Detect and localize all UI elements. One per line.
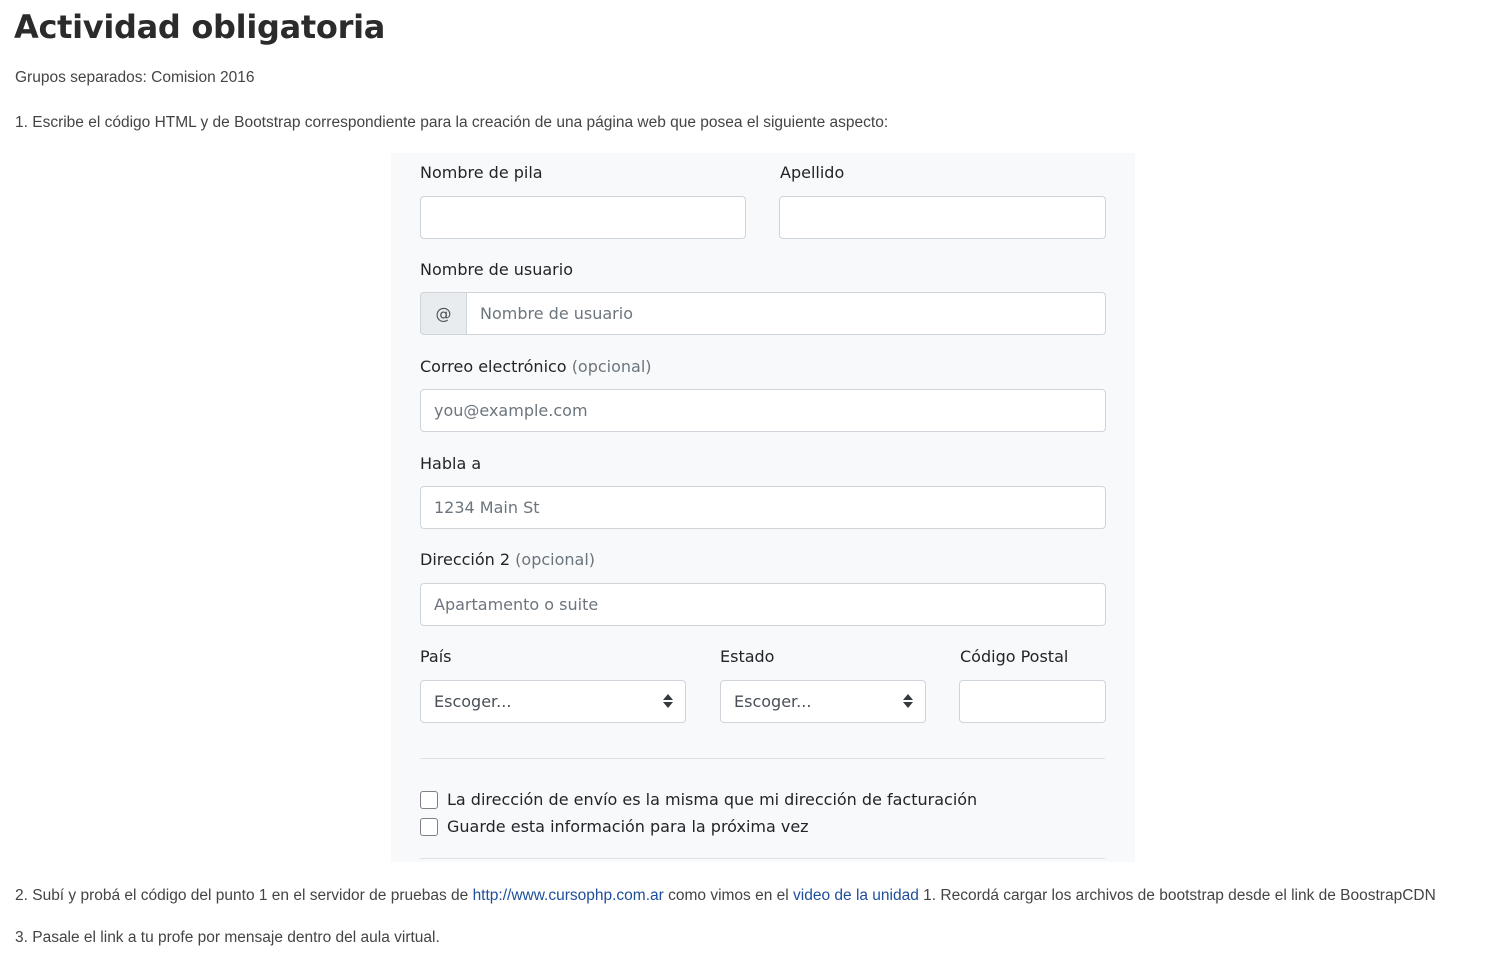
username-label: Nombre de usuario: [420, 260, 573, 279]
save-info-checkbox: [420, 818, 438, 836]
item2-text-after: 1. Recordá cargar los archivos de bootst…: [918, 887, 1436, 904]
email-field: you@example.com: [420, 389, 1106, 432]
address-placeholder: 1234 Main St: [434, 498, 540, 517]
form-divider-bottom: [420, 858, 1105, 859]
username-placeholder: Nombre de usuario: [480, 304, 633, 323]
country-label: País: [420, 647, 452, 666]
select-arrows-icon: [663, 693, 673, 709]
instruction-item-3: 3. Pasale el link a tu profe por mensaje…: [15, 929, 440, 946]
last-name-label: Apellido: [780, 163, 845, 182]
first-name-field: [420, 196, 746, 239]
instruction-item-2: 2. Subí y probá el código del punto 1 en…: [15, 887, 1436, 905]
same-address-checkbox: [420, 791, 438, 809]
address2-label: Dirección 2: [420, 550, 511, 569]
page-title: Actividad obligatoria: [14, 8, 386, 46]
group-mode-label: Grupos separados: Comision 2016: [15, 69, 255, 86]
email-optional-hint: (opcional): [571, 357, 652, 376]
country-select-value: Escoger...: [434, 692, 512, 711]
zip-field: [959, 680, 1106, 723]
address2-field: Apartamento o suite: [420, 583, 1106, 626]
country-select: Escoger...: [420, 680, 686, 723]
state-select-value: Escoger...: [734, 692, 812, 711]
item2-text-middle: como vimos en el: [663, 887, 794, 904]
save-info-label: Guarde esta información para la próxima …: [447, 817, 809, 836]
state-select: Escoger...: [720, 680, 926, 723]
state-label: Estado: [720, 647, 775, 666]
zip-label: Código Postal: [960, 647, 1069, 666]
form-divider: [420, 758, 1105, 759]
address-label: Habla a: [420, 454, 482, 473]
username-field: Nombre de usuario: [466, 292, 1106, 335]
email-placeholder: you@example.com: [434, 401, 588, 420]
same-address-label: La dirección de envío es la misma que mi…: [447, 790, 978, 809]
item2-text-before: 2. Subí y probá el código del punto 1 en…: [15, 887, 473, 904]
select-arrows-icon: [903, 693, 913, 709]
address2-placeholder: Apartamento o suite: [434, 595, 599, 614]
form-mockup-image: Nombre de pila Apellido Nombre de usuari…: [391, 153, 1135, 862]
cursophp-link[interactable]: http://www.cursophp.com.ar: [473, 887, 664, 904]
last-name-field: [779, 196, 1106, 239]
email-label: Correo electrónico: [420, 357, 567, 376]
instruction-item-1: 1. Escribe el código HTML y de Bootstrap…: [15, 114, 889, 131]
unit-video-link[interactable]: video de la unidad: [793, 887, 919, 904]
at-sign-addon: @: [420, 292, 467, 335]
address2-optional-hint: (opcional): [515, 550, 596, 569]
first-name-label: Nombre de pila: [420, 163, 543, 182]
address-field: 1234 Main St: [420, 486, 1106, 529]
email-label-group: Correo electrónico (opcional): [420, 357, 652, 376]
address2-label-group: Dirección 2 (opcional): [420, 550, 595, 569]
